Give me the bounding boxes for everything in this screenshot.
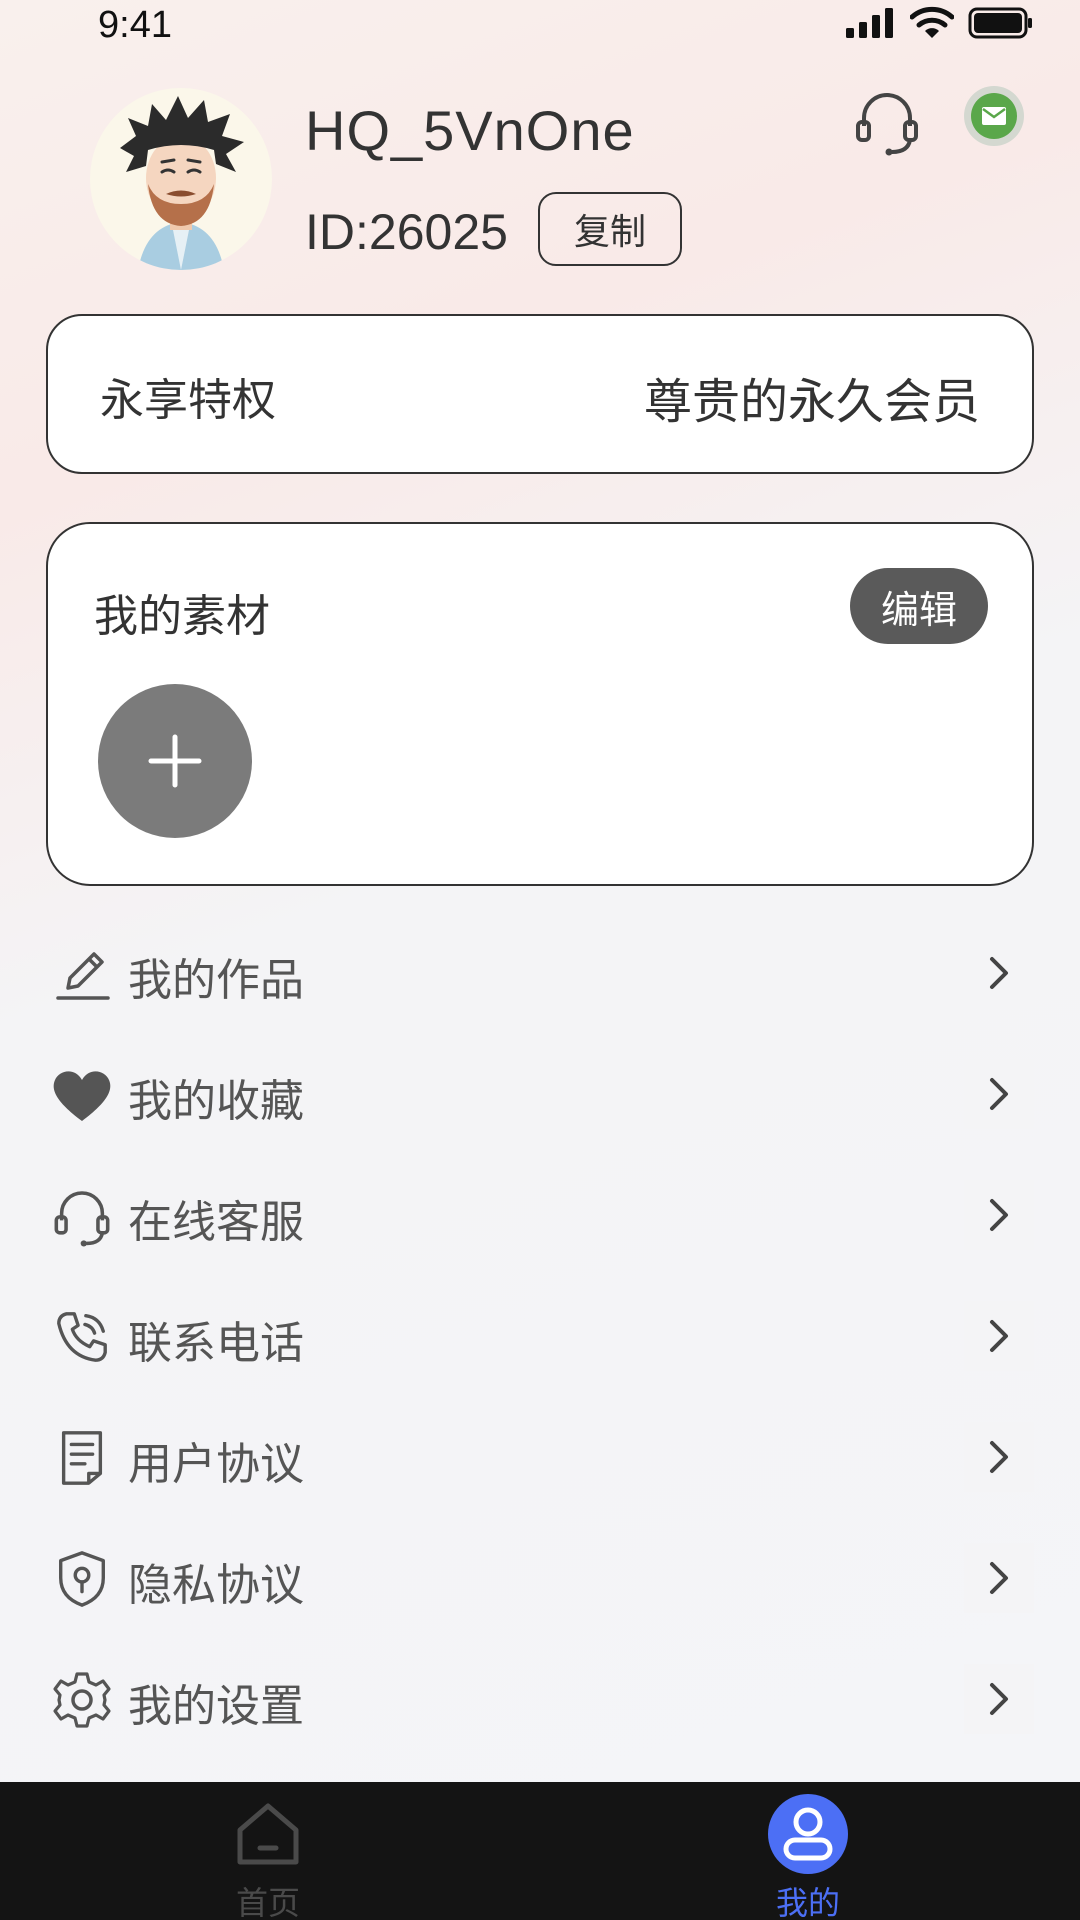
materials-title: 我的素材 <box>94 591 270 642</box>
headset-icon <box>50 1184 114 1248</box>
home-icon <box>226 1792 310 1876</box>
menu-item-my-works[interactable]: 我的作品 <box>0 912 1080 1033</box>
signal-icon <box>846 8 893 38</box>
menu-item-label: 在线客服 <box>128 1197 304 1248</box>
user-id: ID:26025 <box>305 204 508 260</box>
document-icon <box>50 1426 114 1490</box>
avatar-illustration <box>120 96 244 270</box>
chevron-right-icon <box>964 1664 1034 1734</box>
copy-id-button[interactable]: 复制 <box>538 192 682 266</box>
phone-icon <box>50 1305 114 1369</box>
status-time: 9:41 <box>98 4 172 46</box>
avatar[interactable] <box>90 88 272 270</box>
menu-item-user-agreement[interactable]: 用户协议 <box>0 1396 1080 1517</box>
chevron-right-icon <box>964 1059 1034 1129</box>
chevron-right-icon <box>964 1301 1034 1371</box>
chevron-right-icon <box>964 1543 1034 1613</box>
message-icon <box>982 107 1006 125</box>
menu-item-label: 隐私协议 <box>128 1560 304 1611</box>
gear-icon <box>50 1668 114 1732</box>
shield-icon <box>50 1547 114 1611</box>
menu-item-privacy-agreement[interactable]: 隐私协议 <box>0 1517 1080 1638</box>
user-icon <box>766 1792 850 1876</box>
menu-item-label: 我的设置 <box>128 1681 304 1732</box>
vip-card[interactable]: 永享特权 尊贵的永久会员 <box>46 314 1034 474</box>
battery-icon <box>968 7 1032 39</box>
heart-icon <box>50 1063 114 1127</box>
chevron-right-icon <box>964 938 1034 1008</box>
status-bar: 9:41 <box>0 0 1080 56</box>
menu-item-online-support[interactable]: 在线客服 <box>0 1154 1080 1275</box>
wifi-icon <box>910 6 954 38</box>
tab-mine[interactable]: 我的 <box>708 1782 908 1920</box>
username: HQ_5VnOne <box>305 99 635 162</box>
menu-item-label: 用户协议 <box>128 1439 304 1490</box>
bottom-tab-bar: 首页 我的 <box>0 1782 1080 1920</box>
chevron-right-icon <box>964 1180 1034 1250</box>
menu-item-contact-phone[interactable]: 联系电话 <box>0 1275 1080 1396</box>
menu-item-label: 联系电话 <box>128 1318 304 1369</box>
plus-icon <box>148 734 202 788</box>
menu-item-label: 我的作品 <box>128 955 304 1006</box>
tab-label: 我的 <box>775 1884 840 1920</box>
edit-materials-button[interactable]: 编辑 <box>850 568 988 644</box>
profile-screen: 9:41 HQ_5VnOne ID:26025 复制 永享特权 尊贵的永久会员 … <box>0 0 1080 1920</box>
tab-home[interactable]: 首页 <box>168 1782 368 1920</box>
header-message-button[interactable] <box>964 86 1024 146</box>
menu-item-my-settings[interactable]: 我的设置 <box>0 1638 1080 1759</box>
status-icons <box>846 6 1034 40</box>
menu-list: 我的作品 我的收藏 在线客服 联系电话 用户协议 隐私协议 我的设置 <box>0 912 1080 1759</box>
pencil-icon <box>50 942 114 1006</box>
menu-item-my-favorites[interactable]: 我的收藏 <box>0 1033 1080 1154</box>
menu-item-label: 我的收藏 <box>128 1076 304 1127</box>
vip-status: 尊贵的永久会员 <box>643 374 980 430</box>
add-material-button[interactable] <box>98 684 252 838</box>
vip-label: 永享特权 <box>100 375 276 426</box>
message-icon-badge <box>971 93 1017 139</box>
materials-card: 我的素材 编辑 <box>46 522 1034 886</box>
header-support-button[interactable] <box>852 86 922 156</box>
headset-icon <box>856 93 918 156</box>
chevron-right-icon <box>964 1422 1034 1492</box>
tab-label: 首页 <box>235 1884 300 1920</box>
